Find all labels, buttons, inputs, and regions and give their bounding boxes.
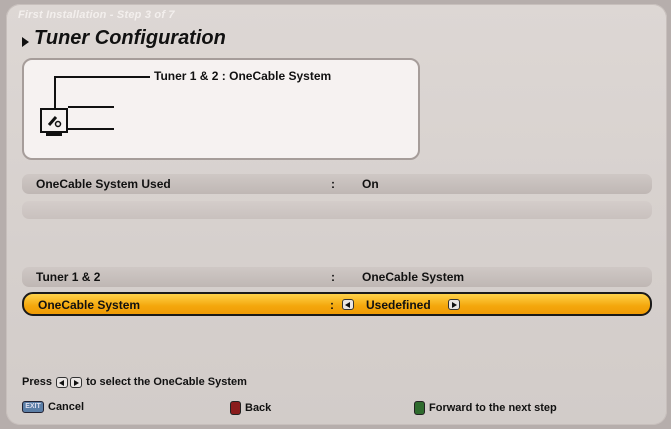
setting-row-onecable-used[interactable]: OneCable System Used : On: [22, 174, 652, 194]
exit-key-icon: EXIT: [22, 401, 44, 413]
tv-stand: [46, 133, 62, 136]
left-arrow-key-icon: [56, 376, 69, 388]
setting-colon: :: [330, 298, 334, 312]
setting-value: OneCable System: [362, 270, 465, 284]
back-button[interactable]: Back: [230, 401, 271, 415]
forward-button[interactable]: Forward to the next step: [414, 401, 557, 415]
right-arrow-key-icon: [70, 376, 83, 388]
hint-prefix: Press: [22, 376, 52, 388]
setting-label: OneCable System Used: [36, 177, 171, 191]
tv-icon: [40, 108, 68, 133]
diagram-line-bottom: [68, 128, 114, 130]
page-title: Tuner Configuration: [34, 27, 226, 49]
left-arrow-key-icon[interactable]: [342, 299, 354, 310]
setting-value: Usedefined: [366, 298, 431, 312]
setting-row-disabled: [22, 201, 652, 219]
red-key-icon: [230, 401, 241, 415]
setting-value: On: [362, 177, 379, 191]
diagram-line-top: [54, 76, 150, 78]
diagram-label: Tuner 1 & 2 : OneCable System: [154, 69, 332, 83]
setting-row-onecable-system[interactable]: OneCable System : Usedefined: [22, 292, 652, 316]
green-key-icon: [414, 401, 425, 415]
setting-colon: :: [331, 270, 335, 284]
setting-label: OneCable System: [38, 298, 141, 312]
forward-label: Forward to the next step: [429, 402, 557, 414]
chevron-right-icon: [22, 37, 29, 47]
right-arrow-key-icon[interactable]: [448, 299, 460, 310]
back-label: Back: [245, 402, 272, 414]
diagram-line-mid: [68, 106, 114, 108]
setting-colon: :: [331, 177, 335, 191]
cancel-button[interactable]: EXIT Cancel: [22, 401, 84, 413]
step-indicator: First Installation - Step 3 of 7: [18, 9, 175, 21]
navigation-hint: Press to select the OneCable System: [22, 376, 247, 388]
cancel-label: Cancel: [48, 401, 85, 413]
diagram-line-vertical: [54, 76, 56, 110]
setting-row-tuner[interactable]: Tuner 1 & 2 : OneCable System: [22, 267, 652, 287]
hint-suffix: to select the OneCable System: [86, 376, 247, 388]
setting-label: Tuner 1 & 2: [36, 270, 101, 284]
